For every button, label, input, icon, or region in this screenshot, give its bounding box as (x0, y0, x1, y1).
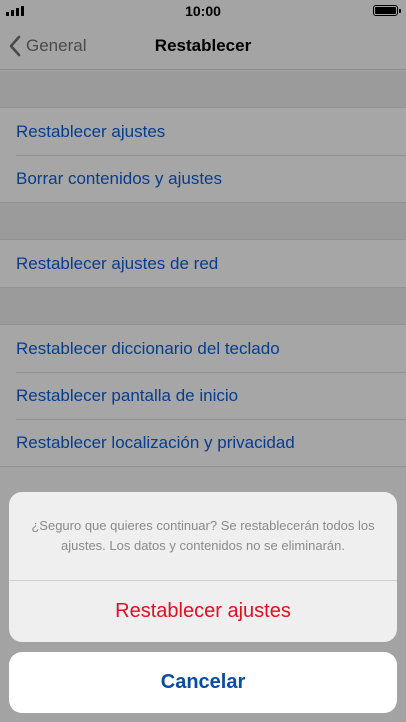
battery-full-icon (373, 5, 401, 16)
section-spacer (0, 71, 406, 107)
page-title: Restablecer (154, 36, 252, 55)
reset-network-settings-row[interactable]: Restablecer ajustes de red (0, 240, 406, 287)
reset-group-1: Restablecer ajustes Borrar contenidos y … (0, 107, 406, 203)
status-bar: 10:00 (0, 0, 406, 22)
confirm-reset-button[interactable]: Restablecer ajustes (9, 581, 397, 642)
reset-keyboard-dictionary-row[interactable]: Restablecer diccionario del teclado (0, 325, 406, 372)
screen: 10:00 General Restablecer Restablecer aj… (0, 0, 406, 722)
reset-options-list: Restablecer ajustes Borrar contenidos y … (0, 71, 406, 467)
reset-home-screen-row[interactable]: Restablecer pantalla de inicio (0, 372, 406, 419)
status-time: 10:00 (185, 3, 221, 19)
reset-location-privacy-row[interactable]: Restablecer localización y privacidad (0, 419, 406, 466)
reset-group-2: Restablecer ajustes de red (0, 239, 406, 288)
navigation-bar: General Restablecer (0, 22, 406, 70)
cancel-button[interactable]: Cancelar (9, 652, 397, 713)
reset-settings-row[interactable]: Restablecer ajustes (0, 108, 406, 155)
action-sheet: ¿Seguro que quieres continuar? Se restab… (9, 492, 397, 642)
section-spacer (0, 288, 406, 324)
section-spacer (0, 203, 406, 239)
erase-content-settings-row[interactable]: Borrar contenidos y ajustes (0, 155, 406, 202)
action-sheet-message: ¿Seguro que quieres continuar? Se restab… (9, 492, 397, 581)
reset-group-3: Restablecer diccionario del teclado Rest… (0, 324, 406, 467)
